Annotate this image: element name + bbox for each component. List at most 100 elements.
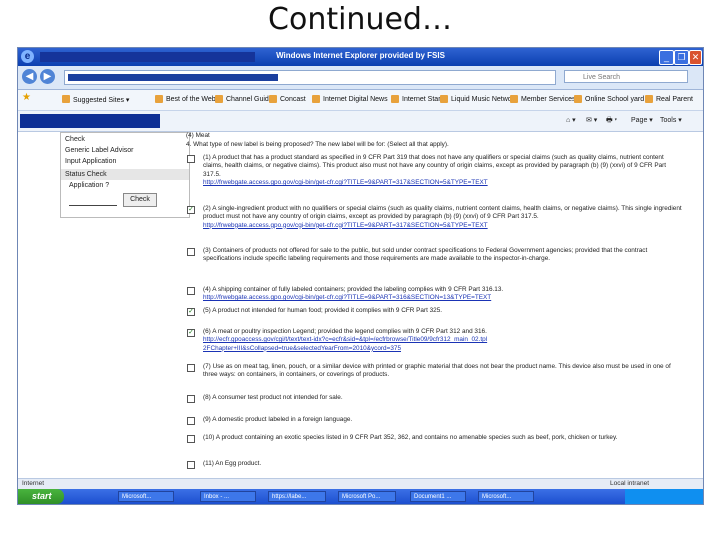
redacted-url bbox=[68, 74, 278, 81]
back-button[interactable]: ◀ bbox=[22, 69, 37, 84]
option-item: (1) A product that has a product standar… bbox=[203, 154, 683, 187]
option-item: (3) Containers of products not offered f… bbox=[203, 247, 683, 264]
side-panel: Check Generic Label Advisor Input Applic… bbox=[60, 132, 190, 218]
cfr-link-continued[interactable]: 2FChapter+III&sCollapsed=true&selectedYe… bbox=[203, 345, 401, 352]
fav-item[interactable]: Liquid Music Network bbox=[451, 96, 518, 103]
cfr-link[interactable]: http://frwebgate.access.gpo.gov/cgi-bin/… bbox=[203, 222, 488, 229]
site-icon bbox=[645, 95, 653, 103]
option-item: (9) A domestic product labeled in a fore… bbox=[203, 416, 683, 424]
option-checkbox[interactable]: ✓ bbox=[187, 308, 195, 316]
option-checkbox[interactable]: ✓ bbox=[187, 329, 195, 337]
favorites-bar: ★ Suggested Sites ▾ Best of the Web Chan… bbox=[18, 90, 703, 111]
option-item: (8) A consumer test product not intended… bbox=[203, 394, 683, 402]
site-icon bbox=[574, 95, 582, 103]
taskbar-item[interactable]: Microsoft... bbox=[118, 491, 174, 502]
minimize-button[interactable]: _ bbox=[659, 50, 674, 65]
taskbar: start Microsoft... Inbox - ... https://l… bbox=[18, 489, 703, 504]
option-item: (5) A product not intended for human foo… bbox=[203, 307, 683, 315]
fav-item[interactable]: Internet Digital News bbox=[323, 96, 388, 103]
option-checkbox[interactable] bbox=[187, 435, 195, 443]
cfr-link[interactable]: http://frwebgate.access.gpo.gov/cgi-bin/… bbox=[203, 294, 491, 301]
option-item: (7) Use as on meat tag, linen, pouch, or… bbox=[203, 363, 683, 380]
site-icon bbox=[510, 95, 518, 103]
print-button[interactable]: 🖶 ▾ bbox=[606, 116, 617, 127]
search-input[interactable]: Live Search bbox=[564, 70, 688, 83]
fav-item[interactable]: Channel Guide bbox=[226, 96, 273, 103]
option-label: (3) Containers of products not offered f… bbox=[203, 247, 648, 263]
option-item: (2) A single-ingredient product with no … bbox=[203, 205, 683, 230]
option-checkbox[interactable] bbox=[187, 287, 195, 295]
taskbar-item[interactable]: Inbox - ... bbox=[200, 491, 256, 502]
site-icon bbox=[269, 95, 277, 103]
option-checkbox[interactable] bbox=[187, 461, 195, 469]
option-label: (5) A product not intended for human foo… bbox=[203, 307, 443, 314]
option-label: (2) A single-ingredient product with no … bbox=[203, 205, 682, 221]
side-item-status-check[interactable]: Status Check bbox=[65, 171, 107, 178]
option-checkbox[interactable] bbox=[187, 155, 195, 163]
home-button[interactable]: ⌂ ▾ bbox=[566, 116, 576, 124]
window-title: Windows Internet Explorer provided by FS… bbox=[276, 51, 445, 60]
close-button[interactable]: ✕ bbox=[689, 50, 702, 65]
browser-window: e Windows Internet Explorer provided by … bbox=[17, 47, 704, 505]
site-icon bbox=[215, 95, 223, 103]
fav-item[interactable]: Suggested Sites ▾ bbox=[73, 96, 129, 104]
side-item-check[interactable]: Check bbox=[65, 136, 85, 143]
option-checkbox[interactable] bbox=[187, 248, 195, 256]
browser-tab[interactable] bbox=[20, 114, 160, 128]
favorites-star-icon[interactable]: ★ bbox=[22, 92, 31, 103]
side-item-input-application[interactable]: Input Application bbox=[65, 158, 116, 165]
application-number-input[interactable] bbox=[69, 205, 117, 206]
forward-button[interactable]: ▶ bbox=[40, 69, 55, 84]
start-button[interactable]: start bbox=[18, 489, 64, 504]
maximize-button[interactable]: ❐ bbox=[674, 50, 689, 65]
taskbar-item[interactable]: Microsoft Po... bbox=[338, 491, 396, 502]
fav-item[interactable]: Member Services bbox=[521, 96, 575, 103]
taskbar-item[interactable]: Document1 ... bbox=[410, 491, 466, 502]
title-bar: e Windows Internet Explorer provided by … bbox=[18, 48, 703, 66]
command-bar: ⌂ ▾ ✉ ▾ 🖶 ▾ Page ▾ Tools ▾ bbox=[18, 111, 703, 132]
option-checkbox[interactable] bbox=[187, 364, 195, 372]
system-tray bbox=[625, 489, 703, 504]
cfr-link[interactable]: http://frwebgate.access.gpo.gov/cgi-bin/… bbox=[203, 179, 488, 186]
option-checkbox[interactable]: ✓ bbox=[187, 206, 195, 214]
site-icon bbox=[391, 95, 399, 103]
fav-item[interactable]: Best of the Web bbox=[166, 96, 216, 103]
address-bar: ◀ ▶ Live Search bbox=[18, 66, 703, 90]
option-item: (10) A product containing an exotic spec… bbox=[203, 434, 683, 442]
option-label: (8) A consumer test product not intended… bbox=[203, 394, 343, 401]
check-button[interactable]: Check bbox=[123, 193, 157, 207]
url-input[interactable] bbox=[64, 70, 556, 85]
partial-heading: (4) Meat bbox=[186, 132, 210, 139]
option-label: (1) A product that has a product standar… bbox=[203, 154, 667, 178]
option-label: (10) A product containing an exotic spec… bbox=[203, 434, 618, 441]
side-item-generic-label-advisor[interactable]: Generic Label Advisor bbox=[65, 147, 133, 154]
option-label: (9) A domestic product labeled in a fore… bbox=[203, 416, 353, 423]
option-checkbox[interactable] bbox=[187, 395, 195, 403]
option-label: (4) A shipping container of fully labele… bbox=[203, 286, 504, 293]
page-content: Check Generic Label Advisor Input Applic… bbox=[18, 132, 703, 478]
option-item: (4) A shipping container of fully labele… bbox=[203, 286, 683, 303]
zone-text: Local intranet bbox=[610, 480, 650, 487]
fav-item[interactable]: Online School yard bbox=[585, 96, 644, 103]
taskbar-item[interactable]: Microsoft... bbox=[478, 491, 534, 502]
taskbar-item[interactable]: https://labe... bbox=[268, 491, 326, 502]
page-menu[interactable]: Page ▾ bbox=[631, 116, 653, 124]
option-checkbox[interactable] bbox=[187, 417, 195, 425]
side-item-application: Application ? bbox=[69, 182, 110, 189]
feeds-button[interactable]: ✉ ▾ bbox=[586, 116, 597, 124]
option-item: (11) An Egg product. bbox=[203, 460, 683, 468]
site-icon bbox=[440, 95, 448, 103]
site-icon bbox=[155, 95, 163, 103]
fav-item[interactable]: Real Parent bbox=[656, 96, 693, 103]
option-label: (11) An Egg product. bbox=[203, 460, 262, 467]
status-text: Internet bbox=[22, 480, 45, 487]
slide-title: Continued… bbox=[268, 2, 452, 37]
site-icon bbox=[312, 95, 320, 103]
tools-menu[interactable]: Tools ▾ bbox=[660, 116, 682, 124]
option-item: (6) A meat or poultry inspection Legend;… bbox=[203, 328, 683, 353]
fav-item[interactable]: Concast bbox=[280, 96, 306, 103]
option-label: (7) Use as on meat tag, linen, pouch, or… bbox=[203, 363, 671, 379]
cfr-link[interactable]: http://ecfr.gpoaccess.gov/cgi/t/text/tex… bbox=[203, 336, 487, 343]
option-label: (6) A meat or poultry inspection Legend;… bbox=[203, 328, 487, 335]
fav-item[interactable]: Internet Start bbox=[402, 96, 442, 103]
